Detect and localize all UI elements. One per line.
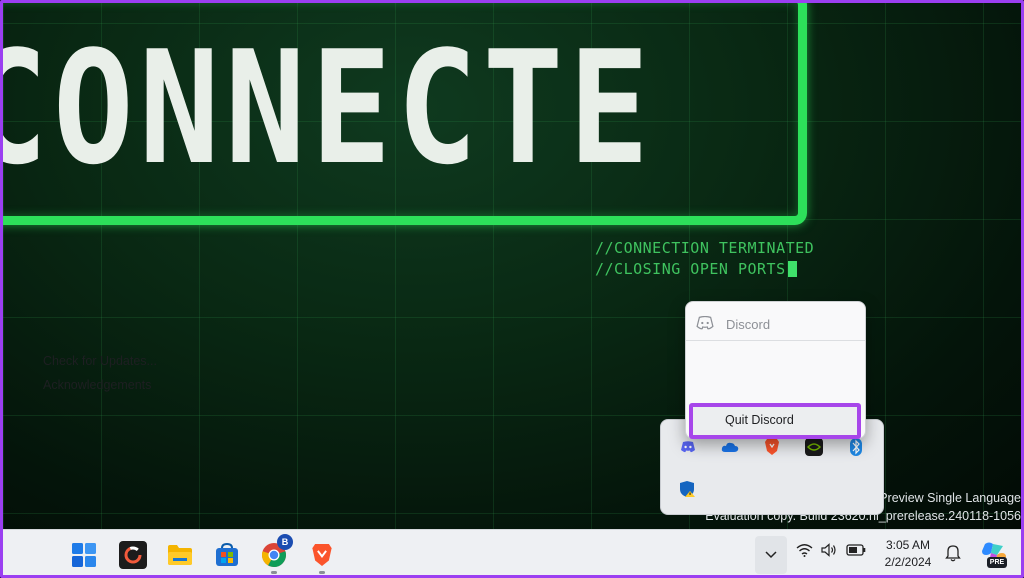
terminal-line-1: //CONNECTION TERMINATED <box>595 239 815 257</box>
nvidia-icon[interactable] <box>805 438 823 456</box>
notification-bell-icon[interactable] <box>945 544 961 567</box>
bluetooth-icon[interactable] <box>847 438 865 456</box>
clock-time: 3:05 AM <box>885 538 931 552</box>
brave-running-indicator <box>319 571 325 574</box>
terminal-line-2-text: //CLOSING OPEN PORTS <box>595 260 786 278</box>
context-menu-app-name: Discord <box>726 316 771 332</box>
brave-icon[interactable] <box>763 438 781 456</box>
brave-icon[interactable] <box>308 541 336 569</box>
start-icon[interactable] <box>70 541 98 569</box>
clock-date: 2/2/2024 <box>884 555 932 569</box>
chrome-profile-badge: B <box>277 534 293 550</box>
microsoft-store-icon[interactable] <box>213 541 241 569</box>
quit-discord-menu-item[interactable]: Quit Discord <box>725 413 794 427</box>
taskbar-clock[interactable]: 3:05 AM 2/2/2024 <box>875 537 941 571</box>
battery-icon[interactable] <box>846 544 866 556</box>
wallpaper-headline: CONNECTED <box>0 33 655 183</box>
context-menu-separator <box>686 340 865 341</box>
terminal-cursor <box>787 261 797 277</box>
volume-icon[interactable] <box>821 543 838 557</box>
context-menu-header: Discord <box>696 314 770 334</box>
app-icon[interactable] <box>119 541 147 569</box>
copilot-prerelease-badge: PRE <box>987 557 1007 568</box>
check-for-updates-menu-item[interactable]: Check for Updates... <box>43 354 157 368</box>
chrome-running-indicator <box>271 571 277 574</box>
screenshot-frame: CONNECTED //CONNECTION TERMINATED //CLOS… <box>0 0 1024 578</box>
show-hidden-icons-button[interactable] <box>755 536 787 574</box>
acknowledgements-menu-item[interactable]: Acknowledgements <box>43 378 151 392</box>
discord-icon[interactable] <box>679 438 697 456</box>
discord-icon <box>696 315 714 333</box>
taskbar <box>3 529 1021 575</box>
system-tray[interactable] <box>796 543 866 557</box>
chevron-down-icon <box>765 551 777 559</box>
windows-security-icon[interactable] <box>679 480 697 498</box>
onedrive-icon[interactable] <box>721 438 739 456</box>
watermark-line-1: Preview Single Language <box>879 491 1021 505</box>
wifi-icon[interactable] <box>796 543 813 557</box>
file-explorer-icon[interactable] <box>166 541 194 569</box>
terminal-line-2: //CLOSING OPEN PORTS <box>595 260 797 278</box>
